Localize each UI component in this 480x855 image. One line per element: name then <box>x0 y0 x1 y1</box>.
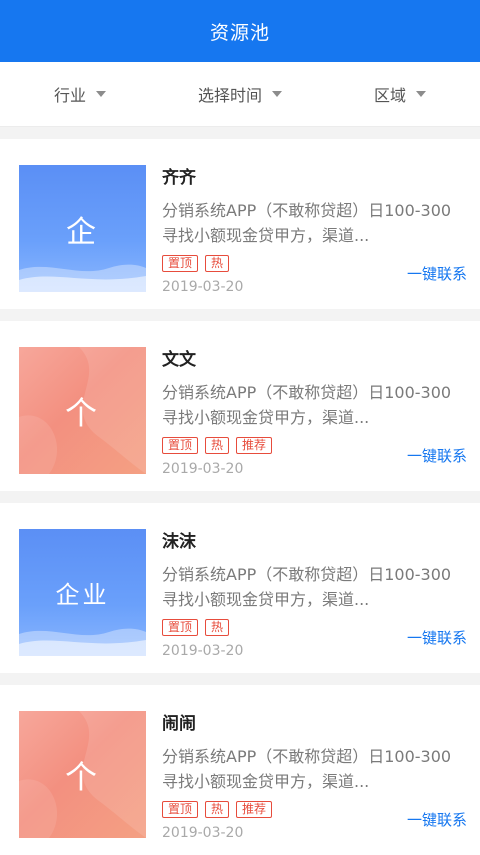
filter-industry[interactable]: 行业 <box>0 82 160 106</box>
contact-button[interactable]: 一键联系 <box>407 263 467 284</box>
tag-hot: 热 <box>205 801 230 818</box>
filter-time[interactable]: 选择时间 <box>160 82 320 106</box>
list-item[interactable]: 个 闹闹 分销系统APP（不敢称贷超）日100-300寻找小额现金贷甲方，渠道.… <box>0 685 480 855</box>
list-item[interactable]: 个 文文 分销系统APP（不敢称贷超）日100-300寻找小额现金贷甲方，渠道.… <box>0 321 480 491</box>
list-item[interactable]: 企 齐齐 分销系统APP（不敢称贷超）日100-300寻找小额现金贷甲方，渠道.… <box>0 139 480 309</box>
tag-hot: 热 <box>205 255 230 272</box>
card-thumbnail: 企 <box>19 165 146 292</box>
page-title: 资源池 <box>209 21 270 44</box>
contact-button[interactable]: 一键联系 <box>407 445 467 466</box>
card-name: 齐齐 <box>162 168 196 188</box>
tag-top: 置顶 <box>162 437 199 454</box>
list-item[interactable]: 企业 沫沫 分销系统APP（不敢称贷超）日100-300寻找小额现金贷甲方，渠道… <box>0 503 480 673</box>
thumbnail-text: 企 <box>66 214 99 250</box>
thumbnail-text: 企业 <box>55 581 110 609</box>
card-description: 分销系统APP（不敢称贷超）日100-300寻找小额现金贷甲方，渠道... <box>162 383 452 427</box>
tag-top: 置顶 <box>162 619 199 636</box>
tag-top: 置顶 <box>162 801 199 818</box>
wave-decoration-icon <box>19 628 146 656</box>
card-description: 分销系统APP（不敢称贷超）日100-300寻找小额现金贷甲方，渠道... <box>162 565 452 609</box>
resource-list: 企 齐齐 分销系统APP（不敢称贷超）日100-300寻找小额现金贷甲方，渠道.… <box>0 139 480 855</box>
filter-industry-label: 行业 <box>53 86 86 105</box>
card-thumbnail: 个 <box>19 347 146 474</box>
card-name: 沫沫 <box>162 532 196 552</box>
tag-recommend: 推荐 <box>236 437 273 454</box>
tag-recommend: 推荐 <box>236 801 273 818</box>
filter-region-label: 区域 <box>373 86 406 105</box>
tag-hot: 热 <box>205 437 230 454</box>
app-header: 资源池 <box>0 0 480 62</box>
filter-bar: 行业 选择时间 区域 <box>0 62 480 127</box>
wave-decoration-icon <box>19 264 146 292</box>
tag-hot: 热 <box>205 619 230 636</box>
caret-down-icon <box>272 91 282 97</box>
tag-top: 置顶 <box>162 255 199 272</box>
filter-region[interactable]: 区域 <box>320 82 480 106</box>
card-name: 文文 <box>162 350 196 370</box>
contact-button[interactable]: 一键联系 <box>407 809 467 830</box>
card-name: 闹闹 <box>162 714 196 734</box>
card-description: 分销系统APP（不敢称贷超）日100-300寻找小额现金贷甲方，渠道... <box>162 201 452 245</box>
card-thumbnail: 个 <box>19 711 146 838</box>
thumbnail-text: 个 <box>64 393 100 432</box>
thumbnail-text: 个 <box>64 757 100 796</box>
filter-time-label: 选择时间 <box>197 86 262 105</box>
caret-down-icon <box>416 91 426 97</box>
card-thumbnail: 企业 <box>19 529 146 656</box>
caret-down-icon <box>96 91 106 97</box>
contact-button[interactable]: 一键联系 <box>407 627 467 648</box>
card-description: 分销系统APP（不敢称贷超）日100-300寻找小额现金贷甲方，渠道... <box>162 747 452 791</box>
